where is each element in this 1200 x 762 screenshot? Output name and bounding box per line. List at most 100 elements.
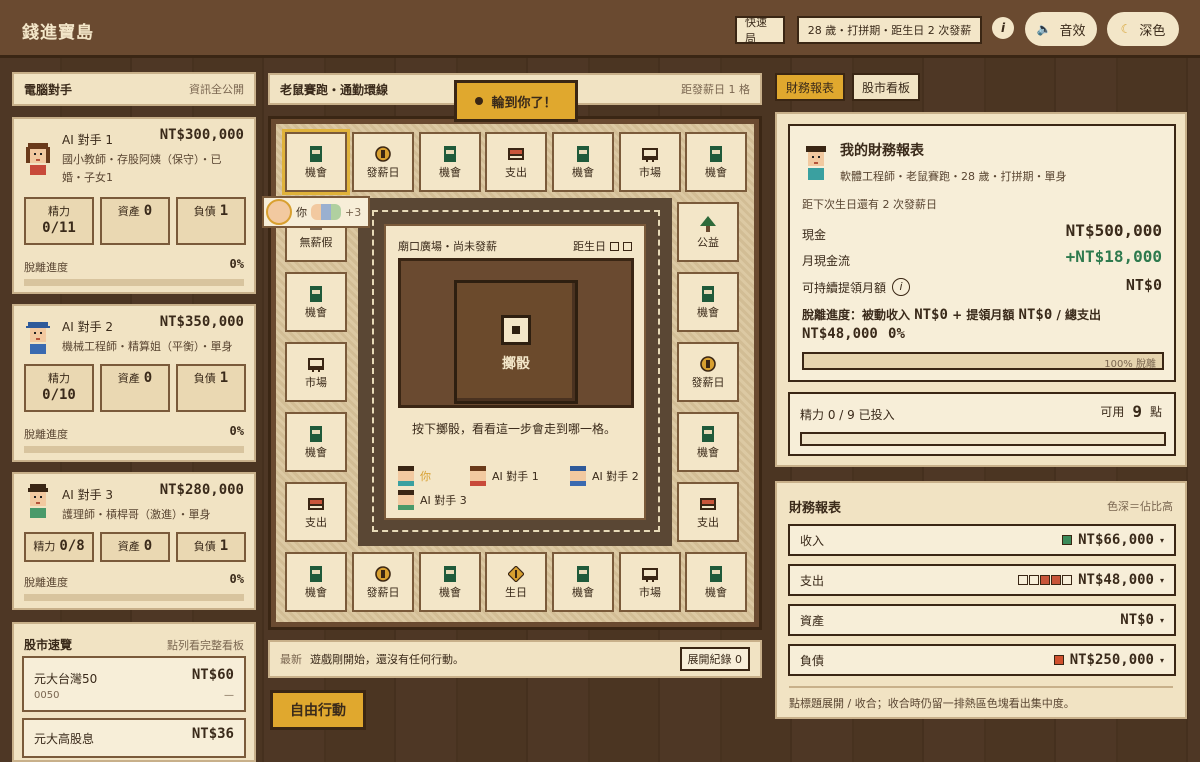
fs-row-assets[interactable]: 資產 NT$0 ▾ <box>788 604 1176 636</box>
board-cell[interactable]: 支出 <box>485 132 547 192</box>
energy-stat: 精力 0/8 <box>24 532 94 562</box>
avatar-nurse-icon <box>28 484 48 518</box>
game-status-badge: 28 歲・打拼期・距生日 2 次發薪 <box>797 16 982 44</box>
board-cell[interactable]: 生日 <box>485 552 547 612</box>
board-cell[interactable]: 機會 <box>285 272 347 332</box>
board-cell-label: 機會 <box>705 166 727 179</box>
opponent-card-3[interactable]: AI 對手 3 NT$280,000 護理師・槓桿哥（激進）・單身 精力 0/8 … <box>12 472 256 610</box>
board-cell[interactable]: 機會 <box>419 552 481 612</box>
next-birthday: 距下次生日還有 2 次發薪日 <box>802 198 937 211</box>
progress-label: 脫離進度 <box>24 428 68 441</box>
chance-card-icon <box>442 566 458 582</box>
player-marker: 你 +3 <box>262 196 370 228</box>
board-cell-label: 機會 <box>572 166 594 179</box>
board-cell[interactable]: 市場 <box>619 552 681 612</box>
board-cell-label: 無薪假 <box>299 236 333 249</box>
stock-row[interactable]: 元大高股息 NT$36 <box>22 718 246 758</box>
expand-log-button[interactable]: 展開紀錄 0 <box>679 647 750 671</box>
opponent-name: AI 對手 1 <box>62 133 114 147</box>
energy-stat: 精力 0/10 <box>24 364 94 412</box>
cashflow-label: 月現金流 <box>802 254 851 268</box>
log-bar: 最新 遊戲剛開始，還沒有任何行動。 展開紀錄 0 <box>268 640 762 678</box>
board-cell[interactable]: 機會 <box>419 132 481 192</box>
chevron-down-icon: ▾ <box>1159 655 1164 665</box>
board-cell-label: 機會 <box>305 166 327 179</box>
progress-value: 0% <box>229 424 244 438</box>
roll-dice-button[interactable]: 擲骰 <box>454 280 578 404</box>
progress-bar <box>24 279 244 286</box>
moon-icon: ☾ <box>1120 22 1132 36</box>
fs-footer: 點標題展開 / 收合；收合時仍留一排熱區色塊看出集中度。 <box>789 697 1075 710</box>
chance-card-icon <box>575 146 591 162</box>
board-cell[interactable]: 市場 <box>619 132 681 192</box>
stock-change: — <box>224 690 234 701</box>
player-token-ai2: AI 對手 2 <box>570 466 639 486</box>
chance-card-icon <box>700 286 716 302</box>
stock-name: 元大高股息 <box>34 732 95 746</box>
expense-wallet-icon <box>308 496 324 512</box>
energy-available: 可用 9 點 <box>1100 402 1162 421</box>
charity-tree-icon <box>700 216 716 232</box>
stock-quick-sub[interactable]: 點列看完整看板 <box>167 637 244 653</box>
theme-toggle[interactable]: ☾ 深色 <box>1107 12 1179 46</box>
board-cell-label: 生日 <box>505 586 527 599</box>
turn-dot-icon <box>475 97 484 105</box>
opponent-name: AI 對手 3 <box>62 488 114 502</box>
payday-coin-icon <box>375 566 391 582</box>
tab-stock-board[interactable]: 股市看板 <box>852 73 920 101</box>
board-cell-label: 機會 <box>305 446 327 459</box>
board-cell[interactable]: 機會 <box>282 129 350 195</box>
progress-label: 脫離進度 <box>24 261 68 274</box>
stock-row[interactable]: 元大台灣50 NT$60 0050 — <box>22 656 246 712</box>
stock-price: NT$36 <box>191 726 234 742</box>
assets-stat: 資產 0 <box>100 532 170 562</box>
board-cell[interactable]: 機會 <box>677 412 739 472</box>
board-cell[interactable]: 市場 <box>285 342 347 402</box>
free-action-button[interactable]: 自由行動 <box>270 690 366 730</box>
board-cell[interactable]: 機會 <box>285 412 347 472</box>
board-cell[interactable]: 發薪日 <box>352 552 414 612</box>
fs-title: 財務報表 <box>789 501 842 516</box>
fs-divider <box>789 686 1173 688</box>
player-avatar-icon <box>398 466 414 486</box>
board-cell-label: 發薪日 <box>366 586 400 599</box>
fs-row-income[interactable]: 收入 NT$66,000 ▾ <box>788 524 1176 556</box>
payday-coin-icon <box>375 146 391 162</box>
board-cell[interactable]: 支出 <box>285 482 347 542</box>
quick-mode-badge[interactable]: 快速局 <box>735 16 785 45</box>
fs-row-liabilities[interactable]: 負債 NT$250,000 ▾ <box>788 644 1176 676</box>
board-cell[interactable]: 公益 <box>677 202 739 262</box>
board-cell-label: 機會 <box>439 586 461 599</box>
board-cell[interactable]: 支出 <box>677 482 739 542</box>
debt-stat: 負債 1 <box>176 532 246 562</box>
board-cell[interactable]: 機會 <box>552 552 614 612</box>
info-icon[interactable]: i <box>992 17 1014 39</box>
board-cell[interactable]: 機會 <box>685 552 747 612</box>
board-cell[interactable]: 機會 <box>285 552 347 612</box>
board-cell[interactable]: 機會 <box>552 132 614 192</box>
tab-financial-statement[interactable]: 財務報表 <box>775 73 845 101</box>
opponent-desc: 護理師・槓桿哥（激進）・單身 <box>62 508 211 521</box>
fs-row-expense[interactable]: 支出 NT$48,000 ▾ <box>788 564 1176 596</box>
chance-card-icon <box>308 426 324 442</box>
log-text: 最新 遊戲剛開始，還沒有任何行動。 <box>280 653 464 666</box>
board-cell-label: 發薪日 <box>366 166 400 179</box>
board-cell[interactable]: 發薪日 <box>677 342 739 402</box>
withdraw-value: NT$0 <box>1125 276 1162 294</box>
board-cell-label: 機會 <box>572 586 594 599</box>
avatar-engineer-icon <box>26 322 50 354</box>
assets-stat: 資產 0 <box>100 197 170 245</box>
chevron-down-icon: ▾ <box>1159 535 1164 545</box>
fs-sub: 色深＝佔比高 <box>1107 500 1173 513</box>
opponent-card-1[interactable]: AI 對手 1 NT$300,000 國小教師・存股阿姨（保守）・已婚・子女1 … <box>12 117 256 294</box>
market-cart-icon <box>642 146 658 162</box>
chance-card-icon <box>575 566 591 582</box>
opponent-card-2[interactable]: AI 對手 2 NT$350,000 機械工程師・精算姐（平衡）・單身 精力 0/… <box>12 304 256 462</box>
board-cell[interactable]: 機會 <box>677 272 739 332</box>
board-cell[interactable]: 發薪日 <box>352 132 414 192</box>
info-icon[interactable]: i <box>892 278 911 296</box>
sound-toggle[interactable]: 🔈 音效 <box>1025 12 1097 46</box>
player-avatar-icon <box>570 466 586 486</box>
board-cell[interactable]: 機會 <box>685 132 747 192</box>
app-title: 錢進寶島 <box>22 23 94 43</box>
